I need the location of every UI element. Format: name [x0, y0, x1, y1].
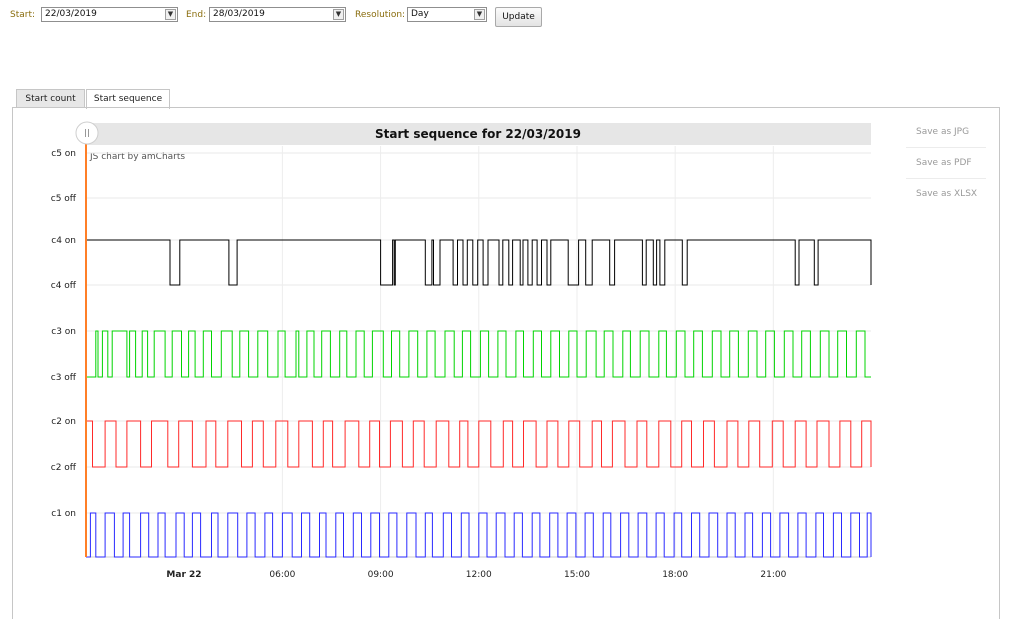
- resolution-select[interactable]: Day ▼: [407, 7, 487, 22]
- chevron-down-icon[interactable]: ▼: [165, 9, 176, 20]
- end-date-select[interactable]: 28/03/2019 ▼: [209, 7, 346, 22]
- end-date-value: 28/03/2019: [213, 9, 265, 19]
- chevron-down-icon[interactable]: ▼: [474, 9, 485, 20]
- start-date-select[interactable]: 22/03/2019 ▼: [41, 7, 178, 22]
- save-as-xlsx-link[interactable]: Save as XLSX: [906, 189, 1000, 199]
- save-as-pdf-link[interactable]: Save as PDF: [906, 158, 1000, 168]
- tab-start-sequence[interactable]: Start sequence: [86, 89, 170, 109]
- end-date-label: End:: [186, 10, 207, 20]
- start-date-value: 22/03/2019: [45, 9, 97, 19]
- update-button[interactable]: Update: [495, 7, 542, 27]
- tab-panel: [12, 107, 1000, 619]
- resolution-value: Day: [411, 9, 429, 19]
- export-divider: [906, 147, 986, 148]
- export-divider: [906, 178, 986, 179]
- chevron-down-icon[interactable]: ▼: [333, 9, 344, 20]
- save-as-jpg-link[interactable]: Save as JPG: [906, 127, 1000, 137]
- filter-toolbar: Start: 22/03/2019 ▼ End: 28/03/2019 ▼ Re…: [0, 0, 1024, 34]
- tab-start-count[interactable]: Start count: [16, 89, 85, 108]
- resolution-label: Resolution:: [355, 10, 406, 20]
- start-date-label: Start:: [10, 10, 36, 20]
